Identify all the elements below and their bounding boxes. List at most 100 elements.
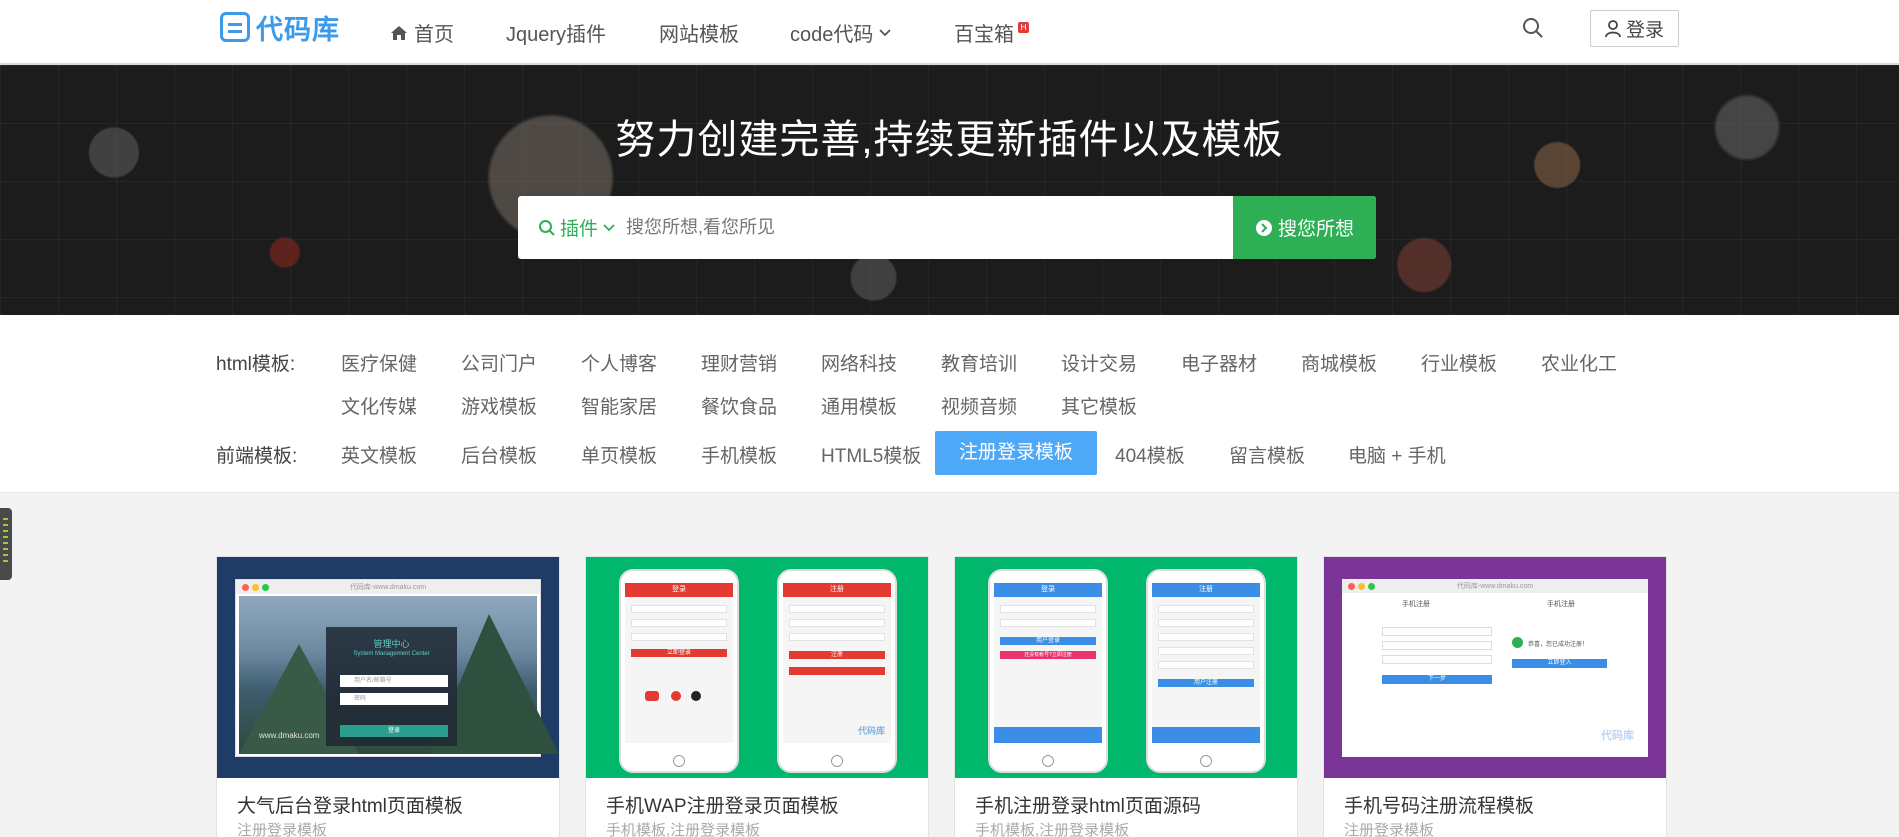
nav-toolbox-label: 百宝箱 bbox=[954, 24, 1014, 46]
card-tags[interactable]: 注册登录模板 bbox=[1344, 819, 1434, 837]
arrow-circle-icon bbox=[1255, 219, 1272, 236]
card-thumbnail[interactable]: 登录 用户登录 还没有帐号?立即注册 注册 用户注册 bbox=[955, 557, 1297, 778]
filter-item[interactable]: 通用模板 bbox=[821, 392, 897, 419]
login-label: 登录 bbox=[1625, 20, 1664, 41]
filter-item[interactable]: 后台模板 bbox=[461, 441, 537, 468]
card-title[interactable]: 手机号码注册流程模板 bbox=[1344, 791, 1534, 818]
filter-item[interactable]: 商城模板 bbox=[1301, 349, 1377, 376]
card-title[interactable]: 大气后台登录html页面模板 bbox=[237, 791, 463, 818]
search-submit-label: 搜您所想 bbox=[1277, 219, 1354, 240]
mockup-url: 代码库-www.dmaku.com bbox=[1456, 583, 1534, 590]
phone-mockup: 登录 立即登录 bbox=[619, 569, 739, 773]
mockup-screen-title: 登录 bbox=[625, 583, 733, 597]
mockup-screen-title: 注册 bbox=[783, 583, 891, 597]
card-tags[interactable]: 手机模板,注册登录模板 bbox=[606, 819, 760, 837]
search-icon bbox=[1523, 18, 1543, 38]
card-tags[interactable]: 手机模板,注册登录模板 bbox=[975, 819, 1129, 837]
phone-mockup: 登录 用户登录 还没有帐号?立即注册 bbox=[988, 569, 1108, 773]
phone-mockup: 注册 注册 代码库 bbox=[777, 569, 897, 773]
filter-item[interactable]: 文化传媒 bbox=[341, 392, 417, 419]
chevron-down-icon bbox=[879, 28, 892, 36]
nav-home-label: 首页 bbox=[414, 24, 454, 46]
card-tags[interactable]: 注册登录模板 bbox=[237, 819, 327, 837]
mockup-login-button: 立即登录 bbox=[631, 649, 727, 657]
mockup-watermark: www.dmaku.com bbox=[259, 731, 320, 740]
filter-item[interactable]: 教育培训 bbox=[941, 349, 1017, 376]
header-search-button[interactable] bbox=[1521, 16, 1545, 40]
filter-item-active[interactable]: 注册登录模板 bbox=[935, 431, 1098, 475]
template-card[interactable]: 代码库-www.dmaku.com 手机注册 手机注册 下一步 恭喜，您已成功注… bbox=[1323, 556, 1667, 837]
filter-item[interactable]: 电脑 + 手机 bbox=[1348, 441, 1446, 468]
browser-mockup: 代码库-www.dmaku.com 手机注册 手机注册 下一步 恭喜，您已成功注… bbox=[1342, 579, 1648, 757]
search-bar: 插件 搜您所想 bbox=[518, 196, 1376, 259]
filter-item[interactable]: 手机模板 bbox=[701, 441, 777, 468]
card-thumbnail[interactable]: 登录 立即登录 注册 注册 代码库 bbox=[586, 557, 928, 778]
filter-item[interactable]: 404模板 bbox=[1115, 441, 1185, 468]
mockup-field-2: 密码 bbox=[340, 693, 448, 705]
mockup-login-button: 用户登录 bbox=[1000, 637, 1096, 645]
mockup-watermark: 代码库 bbox=[857, 726, 885, 736]
filter-item[interactable]: 英文模板 bbox=[341, 441, 417, 468]
filter-item[interactable]: 公司门户 bbox=[461, 349, 537, 376]
nav-website-templates[interactable]: 网站模板 bbox=[659, 18, 739, 47]
html-templates-label: html模板: bbox=[216, 354, 296, 375]
filter-item[interactable]: 理财营销 bbox=[701, 349, 777, 376]
filter-item[interactable]: 留言模板 bbox=[1229, 441, 1305, 468]
search-input[interactable] bbox=[626, 196, 1233, 259]
side-drawer-handle[interactable] bbox=[0, 508, 12, 580]
filter-item[interactable]: 单页模板 bbox=[581, 441, 657, 468]
category-filter: html模板: 医疗保健 公司门户 个人博客 理财营销 网络科技 教育培训 设计… bbox=[0, 315, 1899, 493]
filter-item[interactable]: HTML5模板 bbox=[821, 441, 921, 468]
hero-banner: 努力创建完善,持续更新插件以及模板 插件 搜您所想 bbox=[0, 65, 1899, 315]
filter-item[interactable]: 智能家居 bbox=[581, 392, 657, 419]
logo-text: 代码库 bbox=[256, 14, 340, 45]
filter-item[interactable]: 电子器材 bbox=[1181, 349, 1257, 376]
nav-jquery-plugins[interactable]: Jquery插件 bbox=[506, 18, 606, 47]
card-title[interactable]: 手机WAP注册登录页面模板 bbox=[606, 791, 839, 818]
mockup-register-button: 用户注册 bbox=[1158, 679, 1254, 687]
card-thumbnail[interactable]: 代码库-www.dmaku.com 管理中心 System Management… bbox=[217, 557, 559, 778]
mockup-panel-title: 管理中心 bbox=[373, 639, 410, 649]
nav-code[interactable]: code代码 bbox=[790, 18, 892, 47]
mockup-field-1: 用户名/邮箱号 bbox=[340, 675, 448, 687]
template-card[interactable]: 登录 用户登录 还没有帐号?立即注册 注册 用户注册 手机注册登录html页面源… bbox=[954, 556, 1298, 837]
phone-mockup: 注册 用户注册 bbox=[1146, 569, 1266, 773]
search-type-label: 插件 bbox=[560, 219, 599, 240]
mockup-login-button: 立即登入 bbox=[1512, 659, 1607, 668]
filter-item[interactable]: 餐饮食品 bbox=[701, 392, 777, 419]
mockup-screen-title: 注册 bbox=[1152, 583, 1260, 597]
filter-item[interactable]: 医疗保健 bbox=[341, 349, 417, 376]
template-card[interactable]: 代码库-www.dmaku.com 管理中心 System Management… bbox=[216, 556, 560, 837]
card-thumbnail[interactable]: 代码库-www.dmaku.com 手机注册 手机注册 下一步 恭喜，您已成功注… bbox=[1324, 557, 1666, 778]
filter-item[interactable]: 个人博客 bbox=[581, 349, 657, 376]
nav-website-label: 网站模板 bbox=[659, 24, 739, 46]
chevron-down-icon bbox=[603, 223, 615, 231]
banner-title: 努力创建完善,持续更新插件以及模板 bbox=[615, 118, 1284, 162]
search-type-select[interactable]: 插件 bbox=[518, 196, 626, 259]
filter-item[interactable]: 设计交易 bbox=[1061, 349, 1137, 376]
template-card[interactable]: 登录 立即登录 注册 注册 代码库 手机WAP注册登录页面模板 手机模板,注册登… bbox=[585, 556, 929, 837]
nav-code-label: code代码 bbox=[790, 24, 874, 46]
home-icon bbox=[391, 25, 407, 40]
mockup-screen-title: 登录 bbox=[994, 583, 1102, 597]
filter-item[interactable]: 游戏模板 bbox=[461, 392, 537, 419]
site-logo[interactable]: 代码库 bbox=[220, 10, 340, 45]
mockup-left-heading: 手机注册 bbox=[1402, 601, 1430, 608]
mockup-success-text: 恭喜，您已成功注册！ bbox=[1528, 642, 1589, 648]
search-submit-button[interactable]: 搜您所想 bbox=[1233, 196, 1376, 259]
filter-item[interactable]: 视频音频 bbox=[941, 392, 1017, 419]
filter-item[interactable]: 行业模板 bbox=[1421, 349, 1497, 376]
nav-home[interactable]: 首页 bbox=[390, 18, 454, 47]
mockup-right-heading: 手机注册 bbox=[1547, 601, 1575, 608]
filter-item[interactable]: 农业化工 bbox=[1541, 349, 1617, 376]
card-title[interactable]: 手机注册登录html页面源码 bbox=[975, 791, 1201, 818]
filter-item[interactable]: 网络科技 bbox=[821, 349, 897, 376]
nav-toolbox[interactable]: 百宝箱 H bbox=[954, 18, 1029, 47]
hot-badge: H bbox=[1018, 22, 1029, 33]
filter-item[interactable]: 其它模板 bbox=[1061, 392, 1137, 419]
mockup-watermark: 代码库 bbox=[1601, 730, 1634, 742]
mockup-login-panel: 管理中心 System Management Center 用户名/邮箱号 密码… bbox=[326, 627, 457, 746]
login-button[interactable]: 登录 bbox=[1590, 10, 1679, 47]
mockup-next-button: 下一步 bbox=[1382, 675, 1492, 684]
mockup-panel-sub: System Management Center bbox=[353, 651, 430, 657]
